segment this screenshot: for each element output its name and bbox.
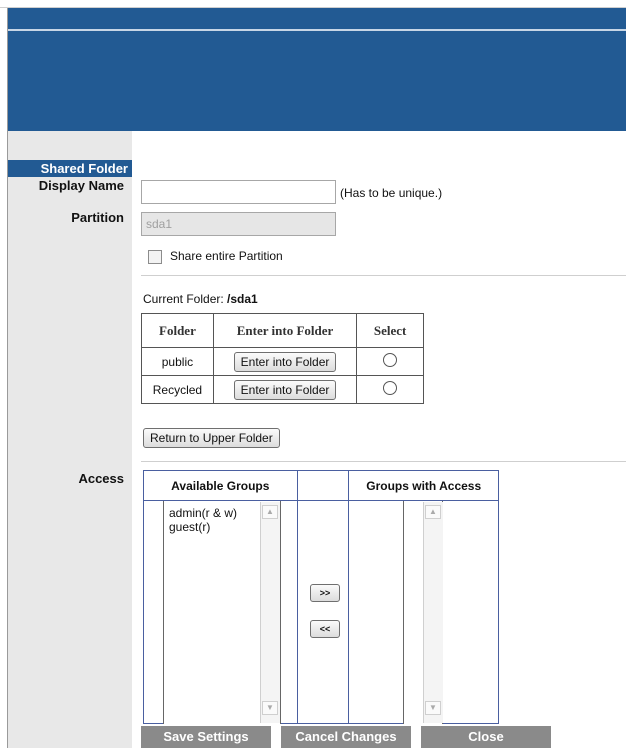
share-entire-partition-label: Share entire Partition (170, 249, 283, 263)
remove-group-button[interactable]: << (310, 620, 340, 638)
current-folder-path: /sda1 (227, 292, 258, 306)
share-entire-partition-checkbox[interactable] (148, 250, 162, 264)
partition-label: Partition (71, 210, 124, 225)
return-upper-folder-button[interactable]: Return to Upper Folder (143, 428, 280, 448)
display-name-hint: (Has to be unique.) (340, 186, 443, 200)
banner-divider (8, 29, 626, 31)
column-header-select: Select (356, 313, 424, 348)
table-row: Recycled Enter into Folder (141, 375, 424, 404)
groups-with-access-header: Groups with Access (348, 470, 499, 501)
folder-table-header: Folder Enter into Folder Select (141, 313, 424, 348)
enter-cell: Enter into Folder (212, 347, 358, 376)
current-folder: Current Folder: /sda1 (143, 292, 258, 306)
separator (141, 275, 626, 276)
separator (141, 461, 626, 462)
move-column-header (296, 470, 350, 501)
access-label: Access (78, 471, 124, 486)
display-name-input[interactable] (141, 180, 336, 204)
available-groups-header: Available Groups (143, 470, 298, 501)
table-row: public Enter into Folder (141, 347, 424, 376)
save-settings-button[interactable]: Save Settings (141, 726, 271, 748)
section-title: Shared Folder (8, 160, 132, 177)
header-banner (8, 8, 626, 131)
enter-folder-button[interactable]: Enter into Folder (233, 379, 337, 400)
access-table-header: Available Groups Groups with Access (143, 470, 499, 501)
enter-folder-button[interactable]: Enter into Folder (233, 351, 337, 372)
left-frame (0, 8, 8, 748)
top-frame (0, 0, 626, 8)
current-folder-label: Current Folder: (143, 292, 224, 306)
select-cell (356, 347, 424, 376)
partition-input (141, 212, 336, 236)
select-radio[interactable] (383, 353, 398, 367)
folder-table: Folder Enter into Folder Select public E… (141, 313, 424, 404)
groups-with-access-scrollbar[interactable] (423, 502, 443, 723)
column-header-enter: Enter into Folder (212, 313, 358, 348)
close-button[interactable]: Close (421, 726, 551, 748)
scroll-up-icon[interactable]: ▲ (262, 505, 278, 519)
move-buttons-cell (296, 500, 350, 724)
select-radio[interactable] (383, 381, 398, 395)
select-cell (356, 375, 424, 404)
scroll-up-icon[interactable]: ▲ (425, 505, 441, 519)
enter-cell: Enter into Folder (212, 375, 358, 404)
folder-name: public (141, 347, 214, 376)
available-groups-scrollbar[interactable] (260, 502, 280, 723)
column-header-folder: Folder (141, 313, 214, 348)
cancel-changes-button[interactable]: Cancel Changes (281, 726, 411, 748)
display-name-label: Display Name (38, 178, 124, 193)
scroll-down-icon[interactable]: ▼ (262, 701, 278, 715)
add-group-button[interactable]: >> (310, 584, 340, 602)
scroll-down-icon[interactable]: ▼ (425, 701, 441, 715)
folder-name: Recycled (141, 375, 214, 404)
